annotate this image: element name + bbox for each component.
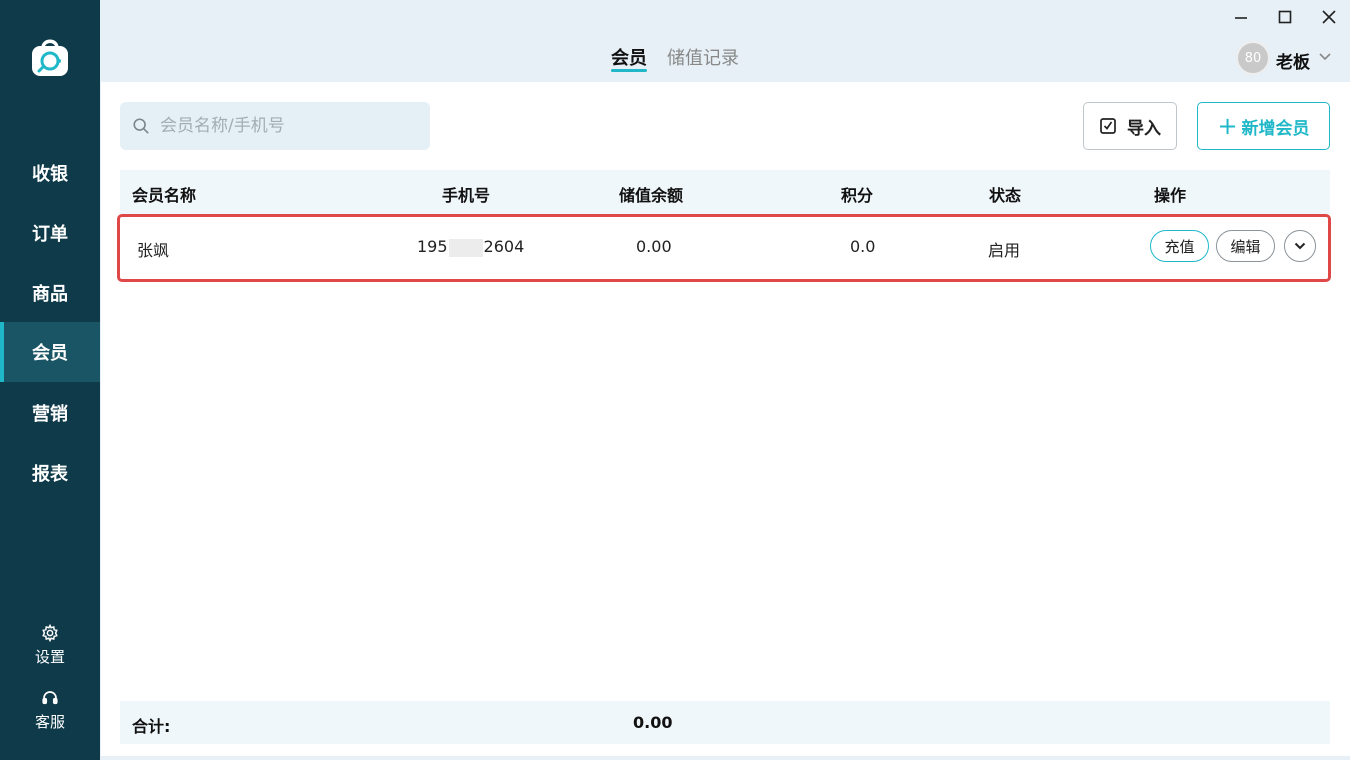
- recharge-button[interactable]: 充值: [1150, 230, 1209, 262]
- minimize-icon: [1235, 17, 1247, 19]
- import-label: 导入: [1127, 118, 1161, 139]
- table-row[interactable]: 张飒 195 2604 0.00 0.0 启用 充值 编辑: [117, 214, 1331, 282]
- search-icon: [133, 118, 149, 134]
- import-icon: [1100, 118, 1116, 134]
- member-status: 启用: [988, 241, 1021, 260]
- sidebar-item-marketing[interactable]: 营销: [0, 383, 100, 443]
- search-box: [120, 102, 430, 150]
- minimize-button[interactable]: [1230, 6, 1252, 28]
- close-icon: [1322, 10, 1336, 24]
- table-footer: 合计: 0.00: [120, 701, 1330, 744]
- phone-prefix: 195: [417, 237, 448, 256]
- main-panel: 导入 + 新增会员 会员名称 手机号 储值余额 积分 状态 操作 张飒 195 2…: [101, 82, 1350, 756]
- close-button[interactable]: [1318, 6, 1340, 28]
- gear-icon: [42, 624, 58, 642]
- member-points: 0.0: [850, 237, 876, 256]
- headset-icon: [42, 691, 58, 705]
- active-tab-indicator: [611, 69, 647, 72]
- more-actions-button[interactable]: [1284, 230, 1316, 262]
- column-header-status: 状态: [989, 186, 1022, 205]
- sidebar-item-label: 商品: [32, 284, 68, 305]
- chevron-down-icon[interactable]: [1318, 50, 1332, 64]
- member-phone: 195 2604: [417, 237, 524, 257]
- sidebar-item-reports[interactable]: 报表: [0, 443, 100, 503]
- sidebar-item-label: 订单: [32, 224, 68, 245]
- support-button[interactable]: 客服: [0, 689, 100, 732]
- settings-label: 设置: [34, 648, 65, 666]
- sidebar-item-label: 收银: [32, 164, 68, 185]
- add-member-button[interactable]: + 新增会员: [1197, 102, 1330, 150]
- avatar[interactable]: 80: [1236, 41, 1270, 75]
- sidebar: 收银 订单 商品 会员 营销 报表 设置 客服: [0, 0, 100, 760]
- column-header-points: 积分: [841, 186, 874, 205]
- column-header-balance: 储值余额: [619, 186, 684, 205]
- sidebar-item-cashier[interactable]: 收银: [0, 143, 100, 203]
- column-header-actions: 操作: [1154, 186, 1187, 205]
- column-header-name: 会员名称: [132, 186, 197, 205]
- settings-button[interactable]: 设置: [0, 624, 100, 667]
- sidebar-item-label: 营销: [32, 404, 68, 425]
- plus-icon: +: [1217, 112, 1238, 140]
- sidebar-item-members[interactable]: 会员: [0, 322, 100, 382]
- support-label: 客服: [34, 713, 65, 731]
- edit-button[interactable]: 编辑: [1216, 230, 1275, 262]
- member-name: 张飒: [137, 241, 170, 260]
- member-balance: 0.00: [636, 237, 672, 256]
- search-input[interactable]: [160, 116, 420, 136]
- sidebar-item-label: 会员: [32, 343, 68, 364]
- shopping-bag-logo-icon: [32, 39, 68, 76]
- chevron-down-icon: [1294, 242, 1306, 250]
- sidebar-item-orders[interactable]: 订单: [0, 203, 100, 263]
- add-member-label: 新增会员: [1241, 118, 1310, 139]
- table-header: 会员名称 手机号 储值余额 积分 状态 操作: [120, 170, 1330, 214]
- total-balance: 0.00: [633, 713, 673, 732]
- column-header-phone: 手机号: [442, 186, 491, 205]
- phone-mask: [448, 238, 483, 257]
- tab-members[interactable]: 会员: [611, 44, 647, 70]
- tab-stored-value-records[interactable]: 储值记录: [667, 44, 739, 70]
- phone-suffix: 2604: [483, 237, 525, 256]
- maximize-button[interactable]: [1274, 6, 1296, 28]
- total-label: 合计:: [132, 717, 171, 736]
- import-button[interactable]: 导入: [1083, 102, 1177, 150]
- user-name[interactable]: 老板: [1276, 48, 1310, 73]
- sidebar-item-products[interactable]: 商品: [0, 263, 100, 323]
- sidebar-item-label: 报表: [32, 464, 68, 485]
- maximize-icon: [1278, 10, 1292, 24]
